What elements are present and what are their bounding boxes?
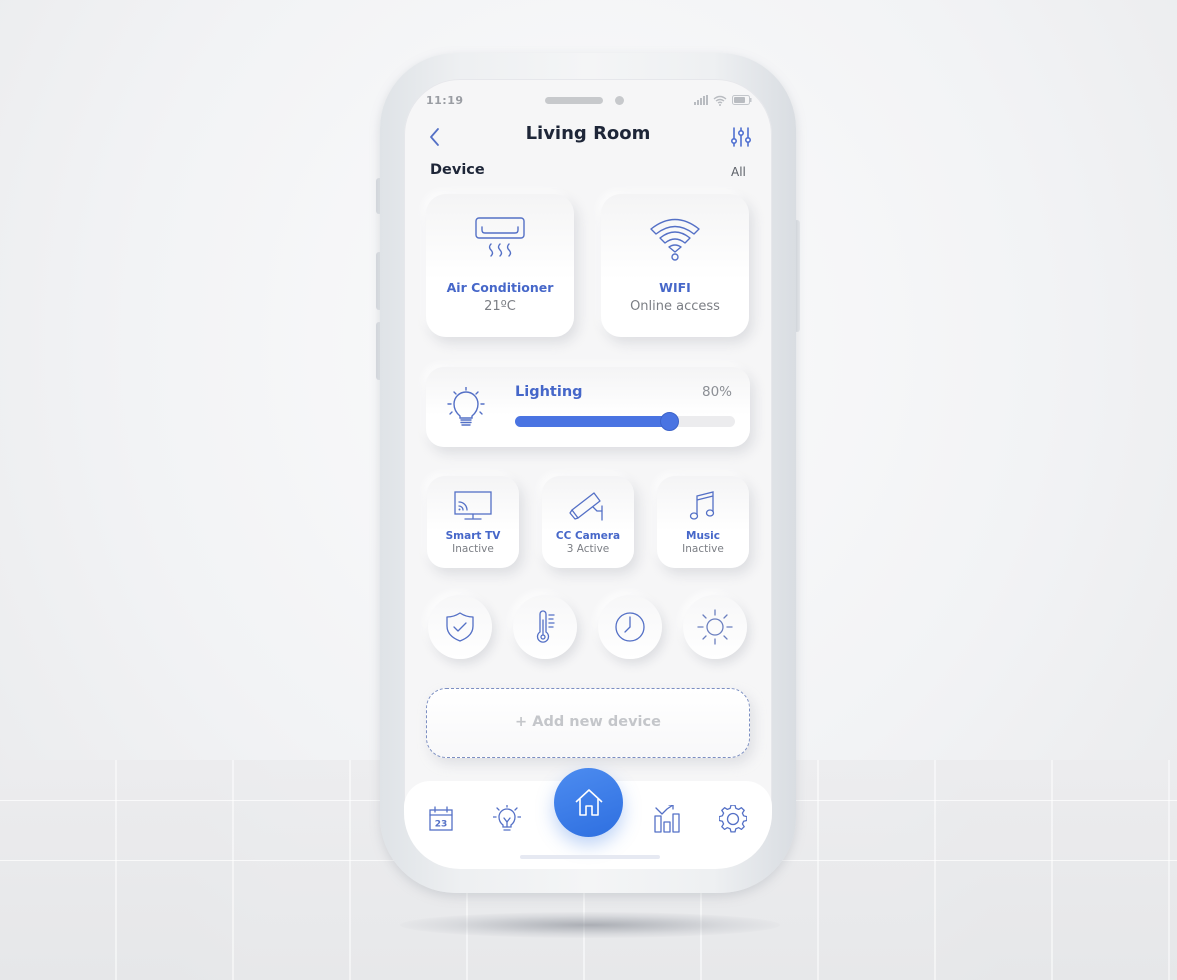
home-indicator xyxy=(520,855,660,859)
speaker xyxy=(545,97,603,104)
device-label: Music xyxy=(686,530,720,542)
phone-shadow xyxy=(400,912,780,938)
security-button[interactable] xyxy=(428,595,492,659)
lightbulb-icon xyxy=(447,386,485,426)
device-label: Smart TV xyxy=(445,530,501,542)
device-status: Online access xyxy=(630,299,720,314)
lighting-card: Lighting 80% xyxy=(426,367,750,447)
smart-tv-icon xyxy=(454,491,492,520)
device-status: 21ºC xyxy=(484,299,516,314)
device-status: Inactive xyxy=(682,543,724,555)
sliders-icon xyxy=(730,127,752,147)
brightness-slider-thumb[interactable] xyxy=(660,412,679,431)
gear-icon xyxy=(719,805,747,833)
filter-button[interactable] xyxy=(730,125,752,149)
brightness-button[interactable] xyxy=(683,595,747,659)
device-card-air-conditioner[interactable]: Air Conditioner 21ºC xyxy=(426,194,574,337)
brightness-slider-fill xyxy=(515,416,675,427)
shield-check-icon xyxy=(446,612,474,642)
lighting-value: 80% xyxy=(701,384,732,400)
nav-lighting[interactable] xyxy=(492,803,522,835)
screen: 11:19 Living Room Device All Air Conditi… xyxy=(404,79,772,869)
schedule-button[interactable] xyxy=(598,595,662,659)
brightness-slider[interactable] xyxy=(515,412,735,431)
thermometer-icon xyxy=(536,610,555,643)
view-all-link[interactable]: All xyxy=(731,165,746,179)
section-title: Device xyxy=(430,162,485,178)
clock-icon xyxy=(615,612,645,642)
lightbulb-icon xyxy=(493,805,521,831)
device-status: 3 Active xyxy=(566,543,610,555)
cctv-camera-icon xyxy=(569,492,603,521)
device-label: WIFI xyxy=(659,280,691,295)
device-label: CC Camera xyxy=(555,530,621,542)
signal-icon xyxy=(694,95,708,105)
lighting-label: Lighting xyxy=(515,384,583,400)
wifi-icon xyxy=(650,218,700,261)
status-icons xyxy=(694,93,752,107)
nav-statistics[interactable] xyxy=(652,803,682,835)
device-card-wifi[interactable]: WIFI Online access xyxy=(601,194,749,337)
device-status: Inactive xyxy=(452,543,494,555)
temperature-button[interactable] xyxy=(513,595,577,659)
device-card-cc-camera[interactable]: CC Camera 3 Active xyxy=(542,476,634,568)
bottom-nav: 23 xyxy=(404,768,772,869)
device-label: Air Conditioner xyxy=(446,280,554,295)
status-time: 11:19 xyxy=(426,94,464,107)
nav-settings[interactable] xyxy=(718,803,748,835)
phone-frame: 11:19 Living Room Device All Air Conditi… xyxy=(380,53,796,893)
battery-icon xyxy=(732,95,752,105)
device-card-smart-tv[interactable]: Smart TV Inactive xyxy=(427,476,519,568)
calendar-icon: 23 xyxy=(429,806,453,831)
device-card-music[interactable]: Music Inactive xyxy=(657,476,749,568)
music-note-icon xyxy=(689,491,715,520)
sun-icon xyxy=(697,609,733,645)
page-title: Living Room xyxy=(525,123,651,144)
add-device-button[interactable]: + Add new device xyxy=(426,688,750,758)
calendar-date: 23 xyxy=(435,820,448,830)
bar-chart-icon xyxy=(654,805,680,833)
front-camera xyxy=(615,96,624,105)
home-icon xyxy=(574,788,603,816)
wifi-icon xyxy=(713,95,727,106)
nav-calendar[interactable]: 23 xyxy=(426,803,456,835)
air-conditioner-icon xyxy=(475,217,525,257)
nav-home[interactable] xyxy=(554,768,623,837)
